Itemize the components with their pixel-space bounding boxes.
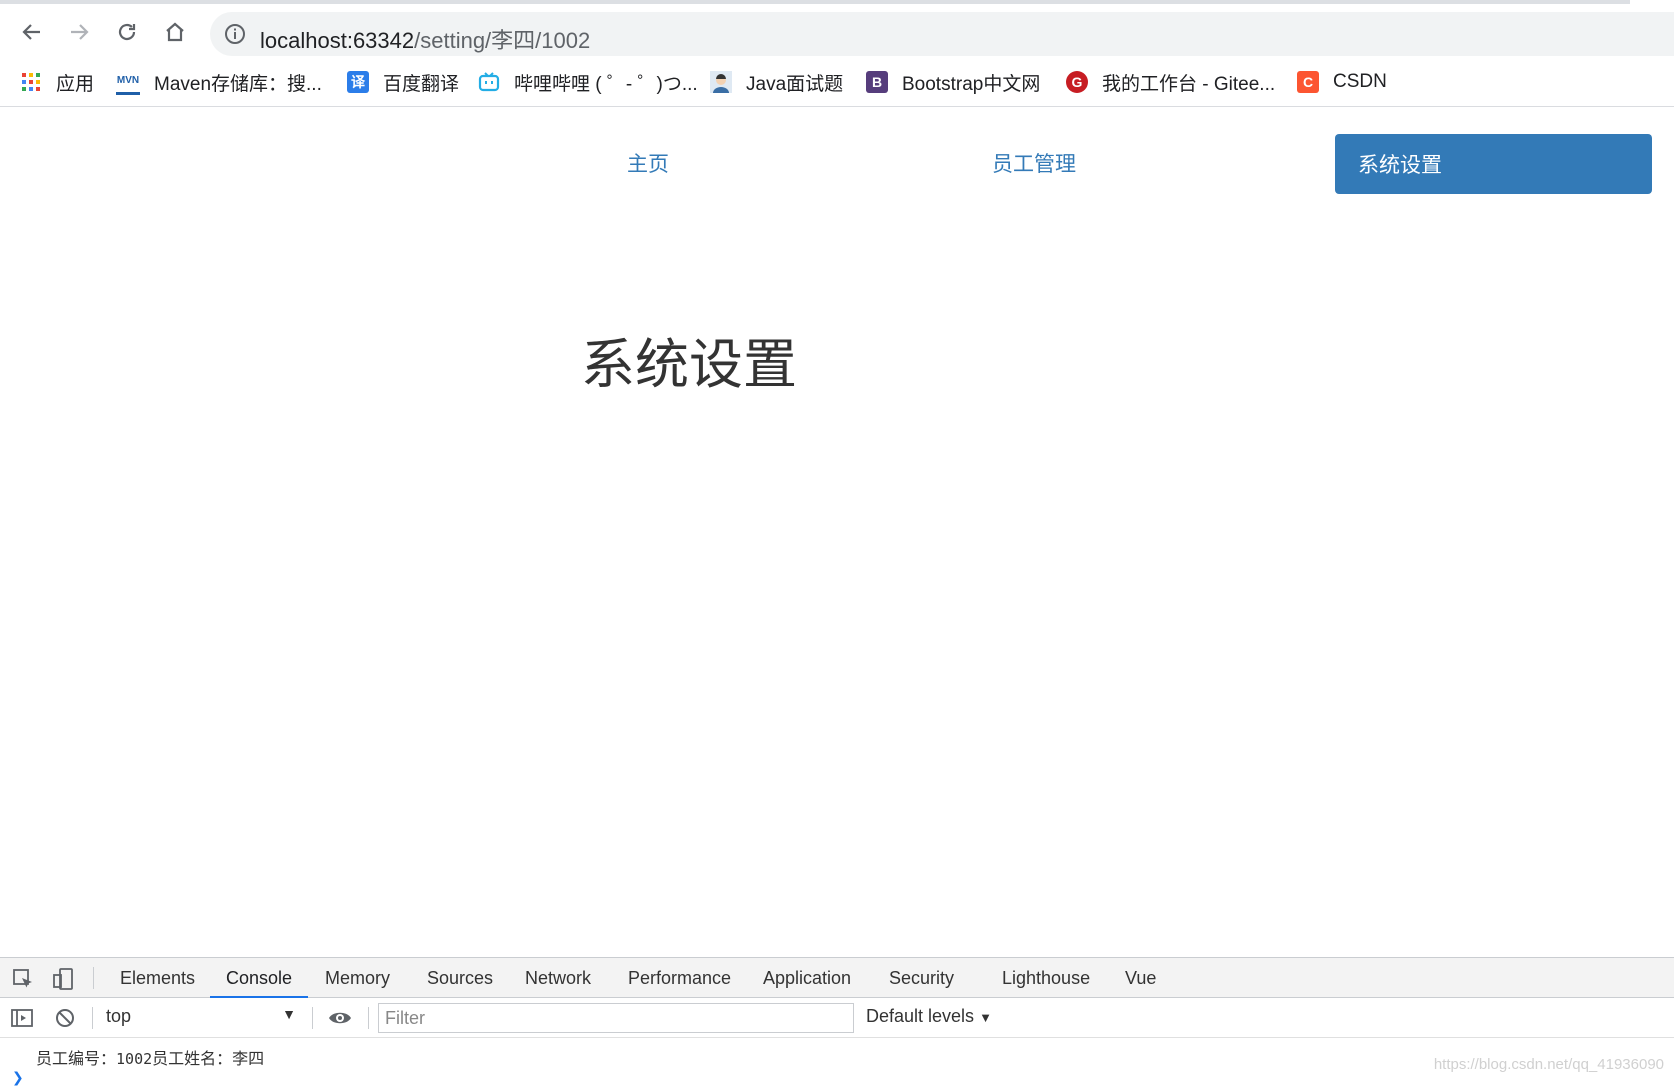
console-toolbar: top ▼ Default levels ▼ xyxy=(0,998,1674,1038)
bookmark-bilibili[interactable]: 哔哩哔哩 ( ゜- ゜)つ... xyxy=(478,66,698,98)
context-selector[interactable]: top ▼ xyxy=(106,1006,296,1030)
dropdown-arrow-icon: ▼ xyxy=(979,1010,992,1025)
devtools-tab-performance[interactable]: Performance xyxy=(628,958,731,998)
console-log-message: 员工编号：1002员工姓名：李四 xyxy=(36,1045,264,1069)
bookmark-gitee[interactable]: G 我的工作台 - Gitee... xyxy=(1066,66,1275,98)
bilibili-icon xyxy=(478,71,500,93)
home-icon xyxy=(166,22,184,42)
browser-toolbar: localhost:63342/setting/李四/1002 xyxy=(0,4,1674,56)
page-title: 系统设置 xyxy=(581,335,797,395)
toolbar-divider xyxy=(93,967,94,989)
devtools-tab-vue[interactable]: Vue xyxy=(1125,958,1156,998)
context-value: top xyxy=(106,1006,132,1026)
watermark: https://blog.csdn.net/qq_41936090 xyxy=(1433,1056,1664,1073)
back-button[interactable] xyxy=(16,16,48,48)
bookmark-apps[interactable]: 应用 xyxy=(20,66,94,98)
log-suffix: 员工姓名：李四 xyxy=(152,1049,265,1068)
devtools-tab-elements[interactable]: Elements xyxy=(120,958,195,998)
devtools-tab-application[interactable]: Application xyxy=(763,958,851,998)
devtools-panel: Elements Console Memory Sources Network … xyxy=(0,957,1674,1086)
bookmark-maven[interactable]: MVN Maven存储库：搜... xyxy=(116,66,322,98)
bookmarks-bar: 应用 MVN Maven存储库：搜... 译 百度翻译 哔哩哔哩 ( ゜- ゜)… xyxy=(0,58,1674,107)
bookmark-label: Bootstrap中文网 xyxy=(902,73,1041,95)
live-expression-eye-icon[interactable] xyxy=(327,1005,353,1031)
log-prefix: 员工编号： xyxy=(36,1049,117,1068)
show-sidebar-icon[interactable] xyxy=(9,1005,35,1031)
bookmark-bootstrap[interactable]: B Bootstrap中文网 xyxy=(866,66,1040,98)
bookmark-java-interview[interactable]: Java面试题 xyxy=(710,66,843,98)
bookmark-label: 百度翻译 xyxy=(383,73,460,95)
bookmark-label: 哔哩哔哩 ( ゜- ゜)つ... xyxy=(514,73,698,95)
forward-button[interactable] xyxy=(63,16,95,48)
toolbar-divider xyxy=(368,1007,369,1029)
devtools-tab-security[interactable]: Security xyxy=(889,958,954,998)
devtools-tab-network[interactable]: Network xyxy=(525,958,591,998)
site-info-icon[interactable] xyxy=(224,23,246,50)
devtools-tab-lighthouse[interactable]: Lighthouse xyxy=(1002,958,1090,998)
nav-settings-label: 系统设置 xyxy=(1358,154,1442,177)
bookmark-label: Maven存储库：搜... xyxy=(154,73,322,95)
log-employee-id: 1002 xyxy=(116,1050,153,1068)
devtools-tab-console[interactable]: Console xyxy=(209,958,309,998)
bootstrap-icon: B xyxy=(866,71,888,93)
inspect-element-icon[interactable] xyxy=(10,966,36,992)
nav-employees-link[interactable]: 员工管理 xyxy=(992,148,1076,178)
url-host: localhost:63342 xyxy=(260,28,415,53)
apps-grid-icon xyxy=(20,71,42,93)
bookmark-label: 我的工作台 - Gitee... xyxy=(1102,73,1276,95)
log-levels-label: Default levels xyxy=(866,1006,975,1026)
dropdown-arrow-icon: ▼ xyxy=(282,1006,296,1022)
mvn-icon: MVN xyxy=(116,69,140,95)
gitee-icon: G xyxy=(1066,71,1088,93)
back-arrow-icon xyxy=(22,24,40,40)
forward-arrow-icon xyxy=(71,24,89,40)
bookmark-label: CSDN xyxy=(1333,71,1387,92)
bookmark-label: Java面试题 xyxy=(746,73,844,95)
reload-icon xyxy=(118,23,136,41)
toolbar-divider xyxy=(92,1007,93,1029)
devtools-tab-sources[interactable]: Sources xyxy=(427,958,493,998)
url-text: localhost:63342/setting/李四/1002 xyxy=(260,23,590,55)
reload-button[interactable] xyxy=(111,16,143,48)
devtools-tab-bar: Elements Console Memory Sources Network … xyxy=(0,957,1674,998)
url-path: /setting/李四/1002 xyxy=(414,28,591,53)
console-prompt-icon[interactable]: ❯ xyxy=(12,1069,24,1086)
address-bar[interactable]: localhost:63342/setting/李四/1002 xyxy=(210,12,1674,56)
nav-home-link[interactable]: 主页 xyxy=(627,148,669,178)
devtools-tab-memory[interactable]: Memory xyxy=(325,958,390,998)
csdn-icon: C xyxy=(1297,71,1319,93)
toolbar-divider xyxy=(312,1007,313,1029)
device-toolbar-icon[interactable] xyxy=(50,966,76,992)
home-button[interactable] xyxy=(159,16,191,48)
translate-icon: 译 xyxy=(347,71,369,93)
clear-console-icon[interactable] xyxy=(52,1005,78,1031)
bookmark-baidu-translate[interactable]: 译 百度翻译 xyxy=(347,66,459,98)
bookmark-csdn[interactable]: C CSDN xyxy=(1297,66,1387,98)
avatar-icon xyxy=(710,71,732,93)
log-levels-dropdown[interactable]: Default levels ▼ xyxy=(866,1006,992,1027)
nav-settings-active[interactable]: 系统设置 xyxy=(1335,134,1652,194)
console-filter-input[interactable] xyxy=(378,1003,854,1033)
bookmark-label: 应用 xyxy=(56,73,95,95)
